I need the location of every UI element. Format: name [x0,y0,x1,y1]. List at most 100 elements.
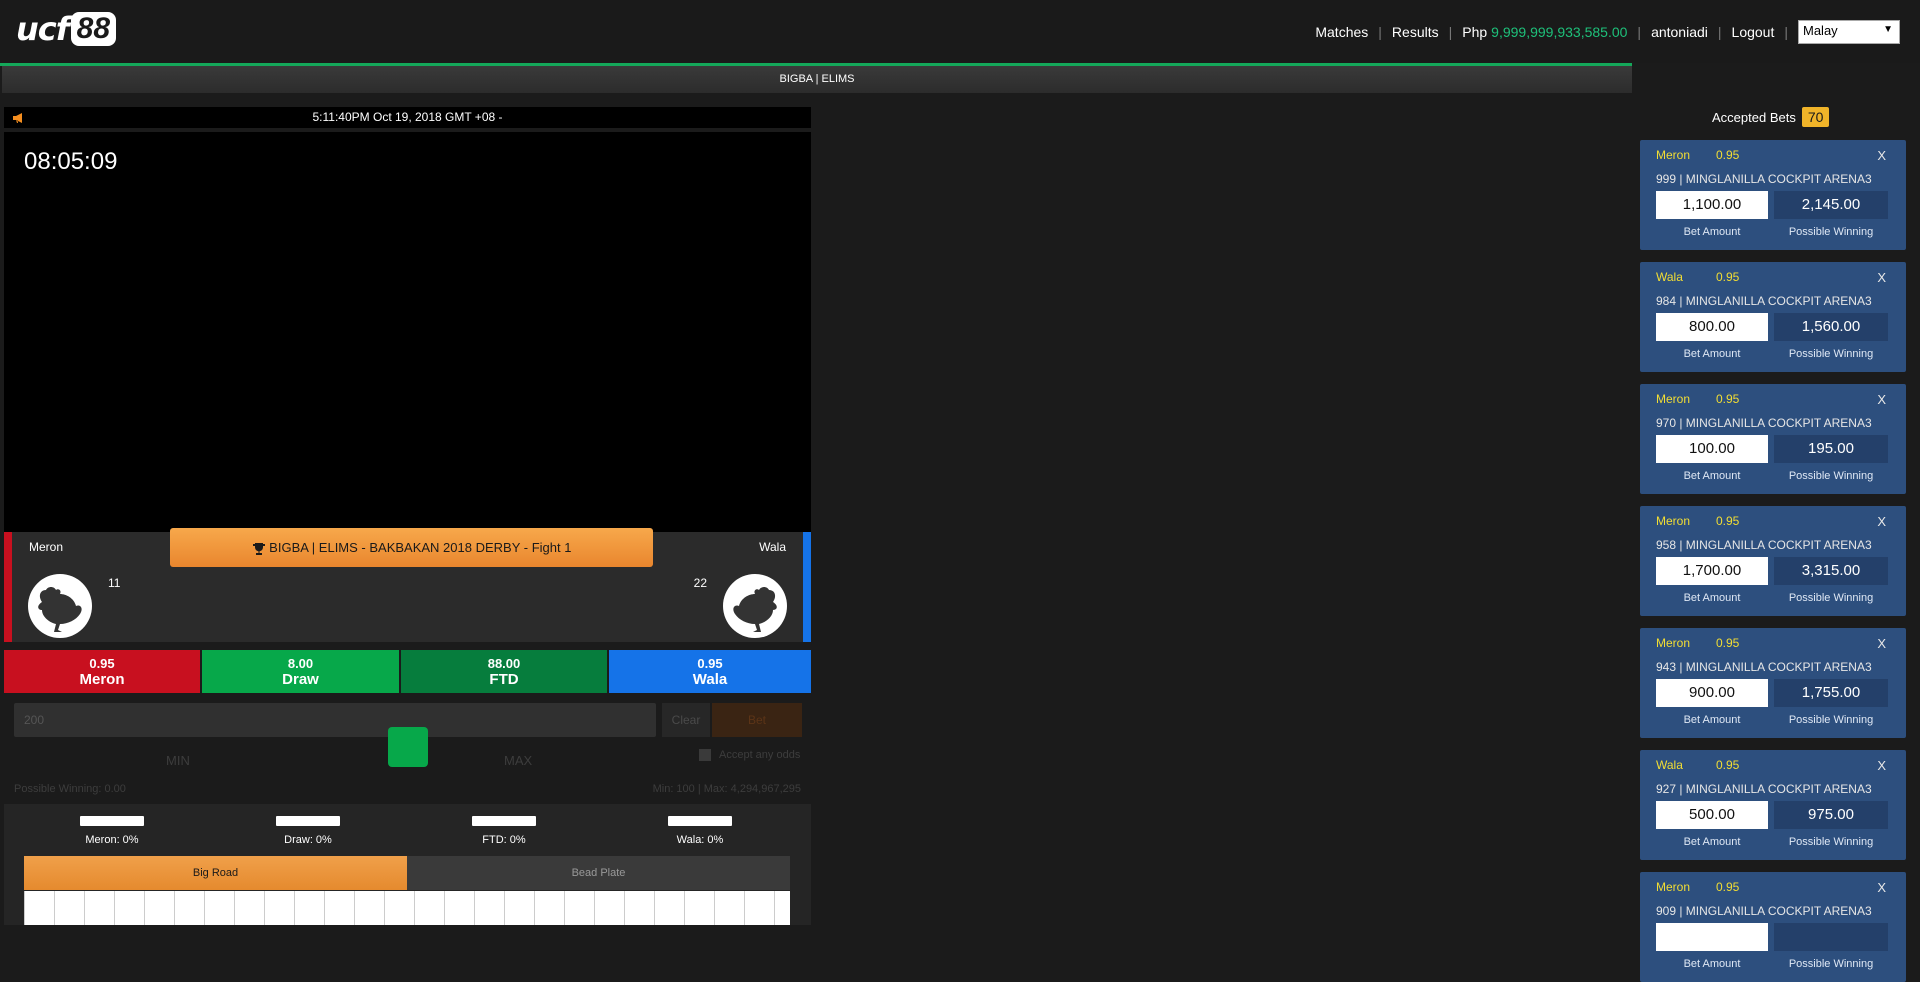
bet-amount-field[interactable]: 1,700.00 [1656,557,1768,585]
username-link[interactable]: antoniadi [1651,24,1708,40]
bet-limits-text: Min: 100 | Max: 4,294,967,295 [652,783,801,795]
video-player[interactable]: 08:05:09 [4,132,811,532]
odds-label: Wala [692,670,728,688]
language-select[interactable]: Malay ▼ [1798,20,1900,44]
draw-odds-button[interactable]: 8.00 Draw [202,650,401,693]
grid-line [234,891,235,925]
ftd-stat: FTD: 0% [464,816,544,846]
possible-winning-label: Possible Winning [1788,592,1874,604]
bet-button[interactable]: Bet [712,703,802,737]
stat-bar [80,816,144,826]
bet-side: Wala [1656,758,1683,772]
nav-separator: | [1637,24,1642,40]
grid-line [744,891,745,925]
stat-label: Draw: 0% [284,834,332,846]
wala-odds-button[interactable]: 0.95 Wala [609,650,811,693]
stat-label: Wala: 0% [676,834,724,846]
close-icon[interactable]: X [1877,636,1886,651]
possible-winning-field: 1,755.00 [1774,679,1888,707]
clear-button[interactable]: Clear [662,703,710,737]
accept-any-odds[interactable]: Accept any odds [699,749,800,761]
odds-label: Draw [282,670,319,688]
possible-winning-field: 3,315.00 [1774,557,1888,585]
grid-line [204,891,205,925]
match-title-bar: BIGBA | ELIMS [2,66,1632,93]
close-icon[interactable]: X [1877,148,1886,163]
bet-amount-field[interactable]: 100.00 [1656,435,1768,463]
bet-amount-field[interactable]: 900.00 [1656,679,1768,707]
possible-winning-label: Possible Winning [1788,470,1874,482]
close-icon[interactable]: X [1877,880,1886,895]
grid-line [384,891,385,925]
bet-amount-input[interactable]: 200 [14,703,656,737]
close-icon[interactable]: X [1877,758,1886,773]
close-icon[interactable]: X [1877,392,1886,407]
grid-line [54,891,55,925]
meron-name: Meron [29,540,64,554]
grid-line [114,891,115,925]
possible-winning-field: 1,560.00 [1774,313,1888,341]
bet-amount-field[interactable] [1656,923,1768,951]
grid-line [774,891,775,925]
logo[interactable]: ucf 88 [16,10,117,48]
results-link[interactable]: Results [1392,24,1439,40]
accept-any-odds-checkbox[interactable] [699,749,711,761]
accepted-bet-card: Meron 0.95 X 970 | MINGLANILLA COCKPIT A… [1640,384,1906,494]
meron-rooster-icon [28,574,92,638]
bet-amount-field[interactable]: 800.00 [1656,313,1768,341]
bet-amount-label: Bet Amount [1683,958,1741,970]
grid-line [654,891,655,925]
grid-line [414,891,415,925]
bet-amount-field[interactable]: 1,100.00 [1656,191,1768,219]
stat-bar [472,816,536,826]
currency-label: Php [1462,24,1488,40]
possible-winning-field: 195.00 [1774,435,1888,463]
stat-bar [668,816,732,826]
bet-amount-field[interactable]: 500.00 [1656,801,1768,829]
matches-link[interactable]: Matches [1315,24,1368,40]
grid-line [144,891,145,925]
logout-link[interactable]: Logout [1732,24,1775,40]
logo-text: ucf [16,10,70,48]
grid-line [174,891,175,925]
accepted-bets-count: 70 [1801,107,1830,127]
possible-winning-field: 975.00 [1774,801,1888,829]
tab-bead-plate[interactable]: Bead Plate [407,856,790,890]
grid-line [354,891,355,925]
possible-winning-field [1774,923,1888,951]
logo-badge: 88 [70,12,117,46]
possible-winning-label: Possible Winning [1788,958,1874,970]
grid-line [324,891,325,925]
grid-line [474,891,475,925]
wala-rooster-icon [723,574,787,638]
min-label[interactable]: MIN [166,753,190,768]
meron-odds-button[interactable]: 0.95 Meron [4,650,202,693]
close-icon[interactable]: X [1877,270,1886,285]
wala-number: 22 [693,576,707,590]
balance-value: 9,999,999,933,585.00 [1491,24,1628,40]
possible-winning-label: Possible Winning [1788,836,1874,848]
bet-arena: 909 | MINGLANILLA COCKPIT ARENA3 [1656,904,1872,918]
accepted-bet-card: Wala 0.95 X 927 | MINGLANILLA COCKPIT AR… [1640,750,1906,860]
bet-slider-handle[interactable] [388,727,428,767]
tab-big-road[interactable]: Big Road [24,856,407,890]
fight-banner: BIGBA | ELIMS - BAKBAKAN 2018 DERBY - Fi… [170,528,653,567]
grid-line [294,891,295,925]
wala-stripe [803,532,811,642]
ftd-odds-button[interactable]: 88.00 FTD [401,650,609,693]
odds-label: Meron [79,670,125,688]
close-icon[interactable]: X [1877,514,1886,529]
accepted-bet-card: Meron 0.95 X 958 | MINGLANILLA COCKPIT A… [1640,506,1906,616]
odds-value: 0.95 [697,655,723,671]
bet-odds: 0.95 [1716,270,1740,284]
bet-side: Meron [1656,392,1691,406]
stat-label: Meron: 0% [85,834,139,846]
bet-amount-label: Bet Amount [1683,714,1741,726]
bet-arena: 999 | MINGLANILLA COCKPIT ARENA3 [1656,172,1872,186]
max-label[interactable]: MAX [504,753,532,768]
nav-separator: | [1378,24,1382,40]
bet-amount-label: Bet Amount [1683,470,1741,482]
megaphone-icon [12,107,24,128]
grid-line [84,891,85,925]
bet-arena: 984 | MINGLANILLA COCKPIT ARENA3 [1656,294,1872,308]
